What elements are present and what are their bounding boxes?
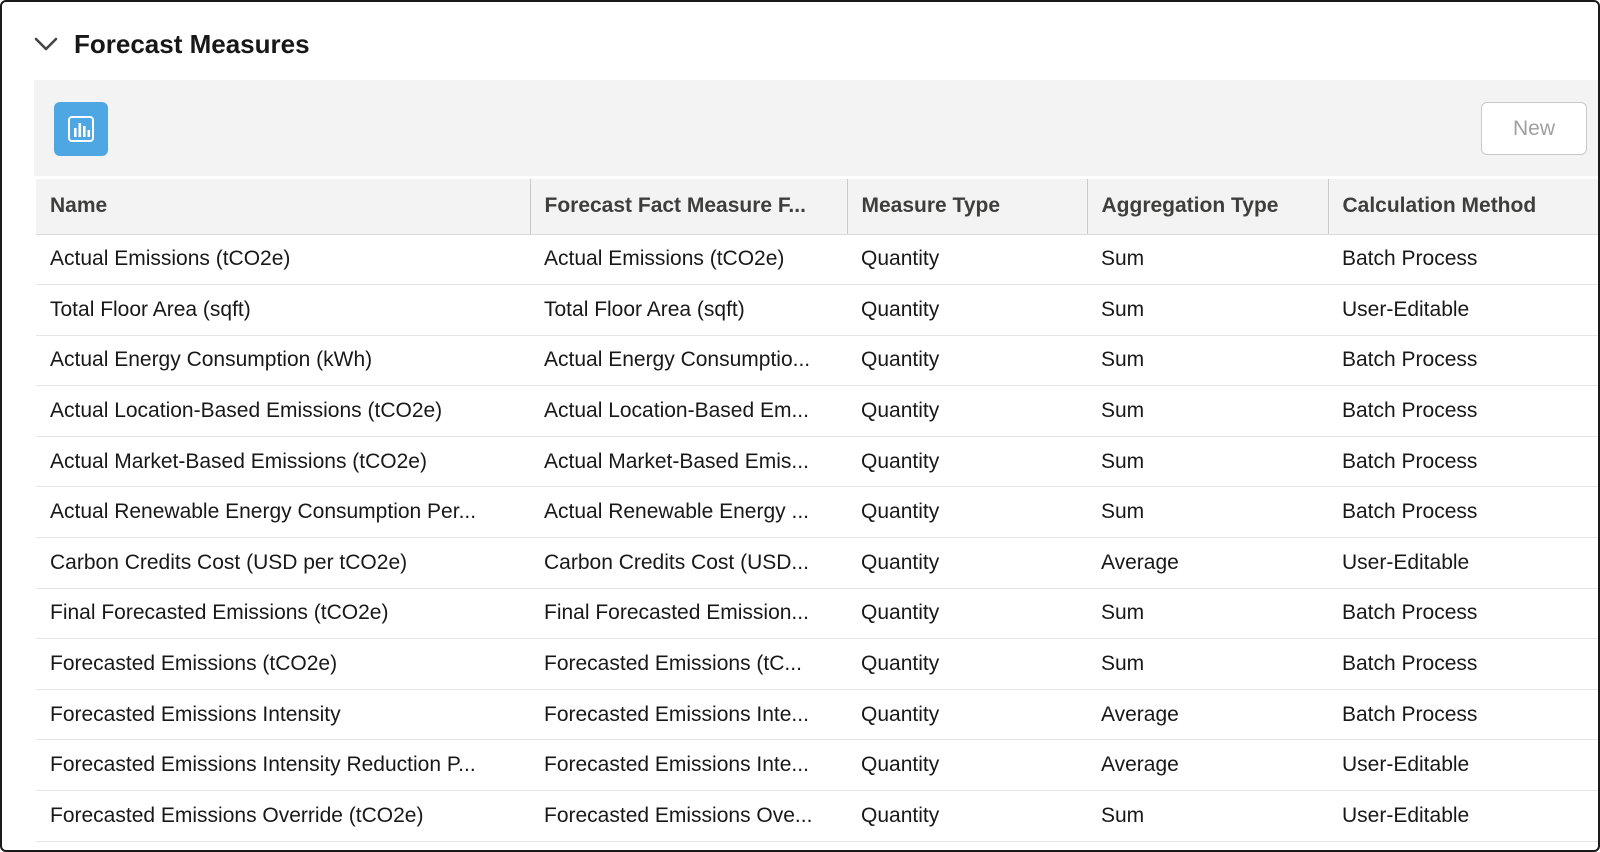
table-row[interactable]: Total Floor Area (sqft) Total Floor Area … [36, 284, 1598, 336]
cell-measure-type: Quantity [847, 436, 1087, 488]
cell-measure-type: Quantity [847, 486, 1087, 539]
table-row[interactable]: Actual Energy Consumption (kWh) Actual En… [36, 335, 1598, 387]
cell-measure-type: Quantity [847, 790, 1087, 842]
cell-name[interactable]: Forecasted Emissions Intensity [36, 689, 530, 741]
cell-aggregation-type: Sum [1087, 638, 1328, 690]
table-row[interactable]: Forecasted Emissions Intensity Reduction… [36, 739, 1598, 792]
cell-aggregation-type: Average [1087, 739, 1328, 792]
cell-name[interactable]: Final Forecasted Emissions (tCO2e) [36, 588, 530, 640]
cell-aggregation-type: Average [1087, 537, 1328, 589]
forecast-measures-panel: Forecast Measures New Name Forecast Fact… [0, 0, 1600, 852]
cell-name[interactable]: Forecasted Emissions (tCO2e) [36, 638, 530, 690]
column-header-calculation-method[interactable]: Calculation Method [1327, 179, 1598, 235]
cell-forecast-fact-measure: Final Forecasted Emission... [530, 588, 847, 640]
cell-measure-type: Quantity [847, 537, 1087, 589]
table-row[interactable]: Actual Renewable Energy Consumption Per.… [36, 486, 1598, 539]
cell-aggregation-type: Sum [1087, 284, 1328, 336]
cell-name[interactable]: Total Floor Area (sqft) [36, 284, 530, 336]
cell-calculation-method: User-Editable [1328, 790, 1598, 842]
cell-measure-type: Quantity [847, 689, 1087, 741]
cell-forecast-fact-measure: Actual Market-Based Emis... [530, 436, 847, 488]
section-header: Forecast Measures [32, 24, 310, 64]
cell-measure-type: Quantity [847, 638, 1087, 690]
cell-measure-type: Quantity [847, 588, 1087, 640]
table-row[interactable]: Carbon Credits Cost (USD per tCO2e) Carbo… [36, 537, 1598, 589]
cell-aggregation-type: Sum [1087, 335, 1328, 387]
cell-name[interactable]: Forecasted Emissions Override (tCO2e) [36, 790, 530, 842]
cell-aggregation-type: Average [1087, 689, 1328, 741]
column-header-forecast-fact-measure[interactable]: Forecast Fact Measure F... [529, 179, 847, 235]
cell-name[interactable]: Actual Renewable Energy Consumption Per.… [36, 486, 530, 539]
cell-calculation-method: Batch Process [1328, 689, 1598, 741]
column-header-measure-type[interactable]: Measure Type [846, 179, 1087, 235]
cell-calculation-method: Batch Process [1328, 436, 1598, 488]
chevron-down-icon[interactable] [32, 30, 60, 58]
cell-measure-type: Quantity [847, 234, 1087, 286]
cell-measure-type: Quantity [847, 385, 1087, 437]
cell-forecast-fact-measure: Actual Renewable Energy ... [530, 486, 847, 539]
cell-aggregation-type: Sum [1087, 234, 1328, 286]
cell-name[interactable]: Actual Location-Based Emissions (tCO2e) [36, 385, 530, 437]
cell-name[interactable]: Actual Market-Based Emissions (tCO2e) [36, 436, 530, 488]
cell-calculation-method: Batch Process [1328, 486, 1598, 539]
table-header-row: Name Forecast Fact Measure F... Measure … [36, 179, 1598, 235]
table-row[interactable]: Forecasted Emissions Intensity Forecasted… [36, 689, 1598, 741]
cell-calculation-method: User-Editable [1328, 284, 1598, 336]
cell-measure-type: Quantity [847, 739, 1087, 792]
cell-forecast-fact-measure: Total Floor Area (sqft) [530, 284, 847, 336]
cell-aggregation-type: Sum [1087, 436, 1328, 488]
cell-forecast-fact-measure: Forecasted Emissions Ove... [530, 790, 847, 842]
cell-forecast-fact-measure: Forecasted Emissions Inte... [530, 689, 847, 741]
measures-table: Name Forecast Fact Measure F... Measure … [36, 179, 1598, 850]
cell-measure-type: Quantity [847, 335, 1087, 387]
cell-name[interactable]: Forecasted Emissions Intensity Reduction… [36, 739, 530, 792]
cell-name[interactable]: Carbon Credits Cost (USD per tCO2e) [36, 537, 530, 589]
cell-calculation-method: Batch Process [1328, 234, 1598, 286]
cell-calculation-method: Batch Process [1328, 638, 1598, 690]
cell-calculation-method: User-Editable [1328, 537, 1598, 589]
list-toolbar: New [34, 80, 1598, 176]
bar-chart-icon [54, 102, 108, 156]
cell-name[interactable]: Actual Emissions (tCO2e) [36, 234, 530, 286]
cell-name[interactable]: Actual Energy Consumption (kWh) [36, 335, 530, 387]
table-row[interactable]: Actual Location-Based Emissions (tCO2e) A… [36, 385, 1598, 437]
column-header-aggregation-type[interactable]: Aggregation Type [1086, 179, 1328, 235]
cell-aggregation-type: Sum [1087, 790, 1328, 842]
cell-aggregation-type: Sum [1087, 588, 1328, 640]
new-button[interactable]: New [1481, 102, 1587, 155]
table-row[interactable]: Forecasted Emissions Override (tCO2e) For… [36, 790, 1598, 842]
table-row[interactable]: Actual Emissions (tCO2e) Actual Emissions… [36, 234, 1598, 286]
cell-aggregation-type: Sum [1087, 385, 1328, 437]
cell-forecast-fact-measure: Forecasted Emissions Inte... [530, 739, 847, 792]
column-header-name[interactable]: Name [36, 179, 530, 235]
table-row[interactable]: Final Forecasted Emissions (tCO2e) Final … [36, 588, 1598, 640]
cell-forecast-fact-measure: Actual Energy Consumptio... [530, 335, 847, 387]
section-title: Forecast Measures [74, 28, 310, 59]
cell-forecast-fact-measure: Forecasted Emissions (tC... [530, 638, 847, 690]
cell-forecast-fact-measure: Carbon Credits Cost (USD... [530, 537, 847, 589]
cell-calculation-method: Batch Process [1328, 335, 1598, 387]
table-row[interactable]: Actual Market-Based Emissions (tCO2e) Act… [36, 436, 1598, 488]
cell-calculation-method: User-Editable [1328, 739, 1598, 792]
table-row[interactable]: Forecasted Emissions (tCO2e) Forecasted E… [36, 638, 1598, 690]
cell-forecast-fact-measure: Actual Emissions (tCO2e) [530, 234, 847, 286]
cell-measure-type: Quantity [847, 284, 1087, 336]
cell-aggregation-type: Sum [1087, 486, 1328, 539]
cell-calculation-method: Batch Process [1328, 588, 1598, 640]
cell-calculation-method: Batch Process [1328, 385, 1598, 437]
cell-forecast-fact-measure: Actual Location-Based Em... [530, 385, 847, 437]
